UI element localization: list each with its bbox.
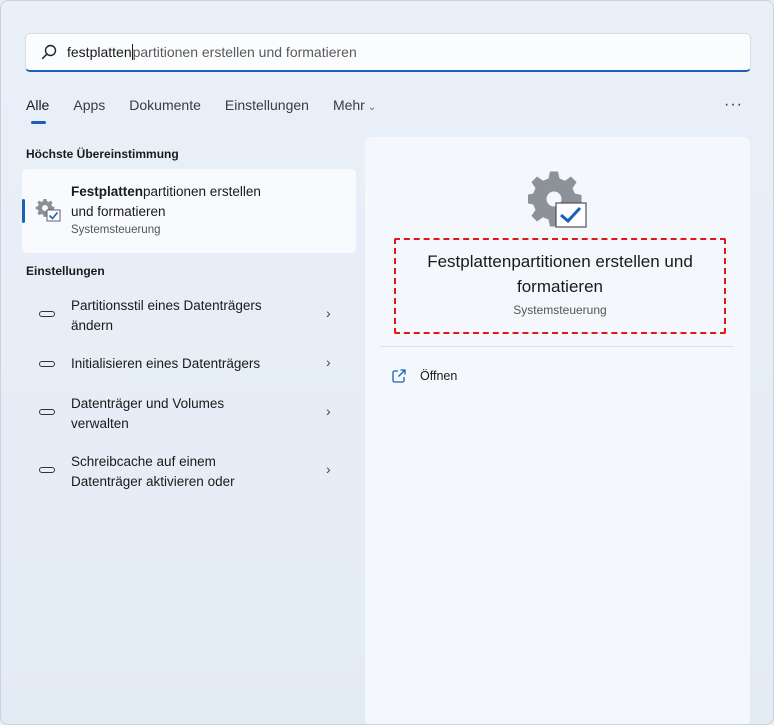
tab-all[interactable]: Alle xyxy=(26,97,49,124)
drive-icon xyxy=(39,361,55,367)
drive-icon xyxy=(39,409,55,415)
best-match-title-line2: und formatieren xyxy=(71,204,166,219)
open-label: Öffnen xyxy=(420,369,458,383)
settings-item-line1: Partitionsstil eines Datenträgers xyxy=(71,298,262,313)
open-button[interactable]: Öffnen xyxy=(391,366,457,386)
more-options-button[interactable]: ··· xyxy=(724,96,743,114)
gear-checkbox-icon xyxy=(528,171,587,228)
settings-item-line2: verwalten xyxy=(71,416,129,431)
best-match-title-rest: partitionen erstellen xyxy=(143,184,261,199)
search-typed-text: festplatten xyxy=(67,44,132,60)
settings-item-disks-volumes[interactable]: Datenträger und Volumes verwalten › xyxy=(22,387,356,439)
best-match-subtitle: Systemsteuerung xyxy=(71,224,161,236)
settings-item-label: Partitionsstil eines Datenträgers ändern xyxy=(71,296,311,336)
settings-item-partition-style[interactable]: Partitionsstil eines Datenträgers ändern … xyxy=(22,289,356,341)
settings-item-line2: Datenträger aktivieren oder xyxy=(71,474,235,489)
settings-item-write-cache[interactable]: Schreibcache auf einem Datenträger aktivi… xyxy=(22,445,356,497)
preview-title-line1: Festplattenpartitionen erstellen und xyxy=(427,252,693,271)
best-match-result[interactable]: Festplattenpartitionen erstellen und for… xyxy=(22,169,356,253)
settings-item-line1: Datenträger und Volumes xyxy=(71,396,225,411)
selection-indicator xyxy=(22,199,25,223)
settings-item-line1: Initialisieren eines Datenträgers xyxy=(71,356,261,371)
preview-title-line2: formatieren xyxy=(517,277,603,296)
settings-item-label: Initialisieren eines Datenträgers xyxy=(71,354,311,374)
chevron-right-icon: › xyxy=(326,403,331,419)
preview-subtitle: Systemsteuerung xyxy=(513,303,607,317)
chevron-right-icon: › xyxy=(326,305,331,321)
chevron-right-icon: › xyxy=(326,354,331,370)
search-window: festplattenpartitionen erstellen und for… xyxy=(0,0,774,725)
search-input[interactable]: festplattenpartitionen erstellen und for… xyxy=(25,33,751,72)
search-icon xyxy=(41,44,57,60)
tab-more-label: Mehr xyxy=(332,97,365,113)
preview-panel: Festplattenpartitionen erstellen und form… xyxy=(365,137,750,724)
settings-item-initialize-disk[interactable]: Initialisieren eines Datenträgers › xyxy=(22,341,356,393)
best-match-title: Festplattenpartitionen erstellen und for… xyxy=(71,182,301,222)
tab-documents[interactable]: Dokumente xyxy=(129,97,201,123)
tab-settings[interactable]: Einstellungen xyxy=(225,97,309,123)
search-suggestion-text: partitionen erstellen und formatieren xyxy=(132,44,357,60)
settings-item-line1: Schreibcache auf einem xyxy=(71,454,216,469)
tab-apps[interactable]: Apps xyxy=(73,97,105,123)
preview-title: Festplattenpartitionen erstellen und form… xyxy=(401,249,719,299)
chevron-right-icon: › xyxy=(326,461,331,477)
settings-heading: Einstellungen xyxy=(26,264,105,278)
best-match-heading: Höchste Übereinstimmung xyxy=(26,147,179,161)
search-query: festplattenpartitionen erstellen und for… xyxy=(67,44,357,60)
tab-more[interactable]: Mehr ⌄ xyxy=(333,97,376,123)
best-match-title-bold: Festplatten xyxy=(71,184,144,199)
settings-item-line2: ändern xyxy=(71,318,114,333)
open-external-icon xyxy=(392,369,406,383)
filter-tabs: Alle Apps Dokumente Einstellungen Mehr ⌄ xyxy=(26,97,400,124)
drive-icon xyxy=(39,311,55,317)
settings-item-label: Datenträger und Volumes verwalten xyxy=(71,394,311,434)
chevron-down-icon: ⌄ xyxy=(367,102,377,113)
divider xyxy=(380,346,734,347)
gear-checkbox-icon xyxy=(35,199,61,222)
settings-item-label: Schreibcache auf einem Datenträger aktivi… xyxy=(71,452,311,492)
drive-icon xyxy=(39,467,55,473)
